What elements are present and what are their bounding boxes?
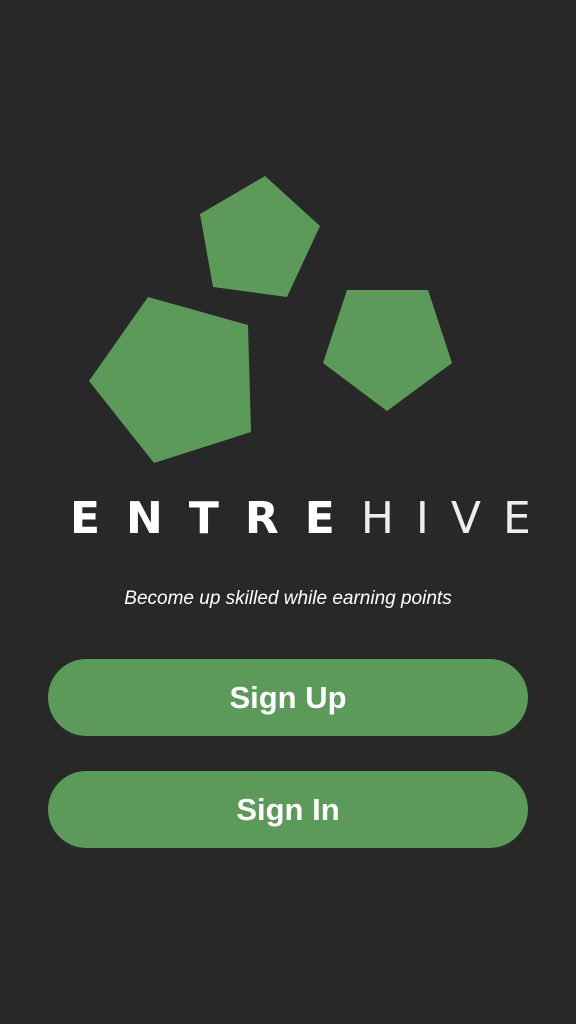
brand-name-light: HIVE <box>360 493 553 544</box>
brand-wordmark: ENTREHIVE <box>70 493 531 544</box>
welcome-screen: ENTREHIVE Become up skilled while earnin… <box>0 0 576 1024</box>
sign-in-button[interactable]: Sign In <box>48 771 528 848</box>
pentagon-top <box>200 176 320 297</box>
tagline: Become up skilled while earning points <box>124 588 452 609</box>
three-pentagons-logo-icon <box>89 176 452 463</box>
pentagon-right <box>323 290 452 411</box>
pentagon-left <box>89 297 251 463</box>
sign-up-button[interactable]: Sign Up <box>48 659 528 736</box>
brand-name-bold: ENTRE <box>70 493 361 544</box>
